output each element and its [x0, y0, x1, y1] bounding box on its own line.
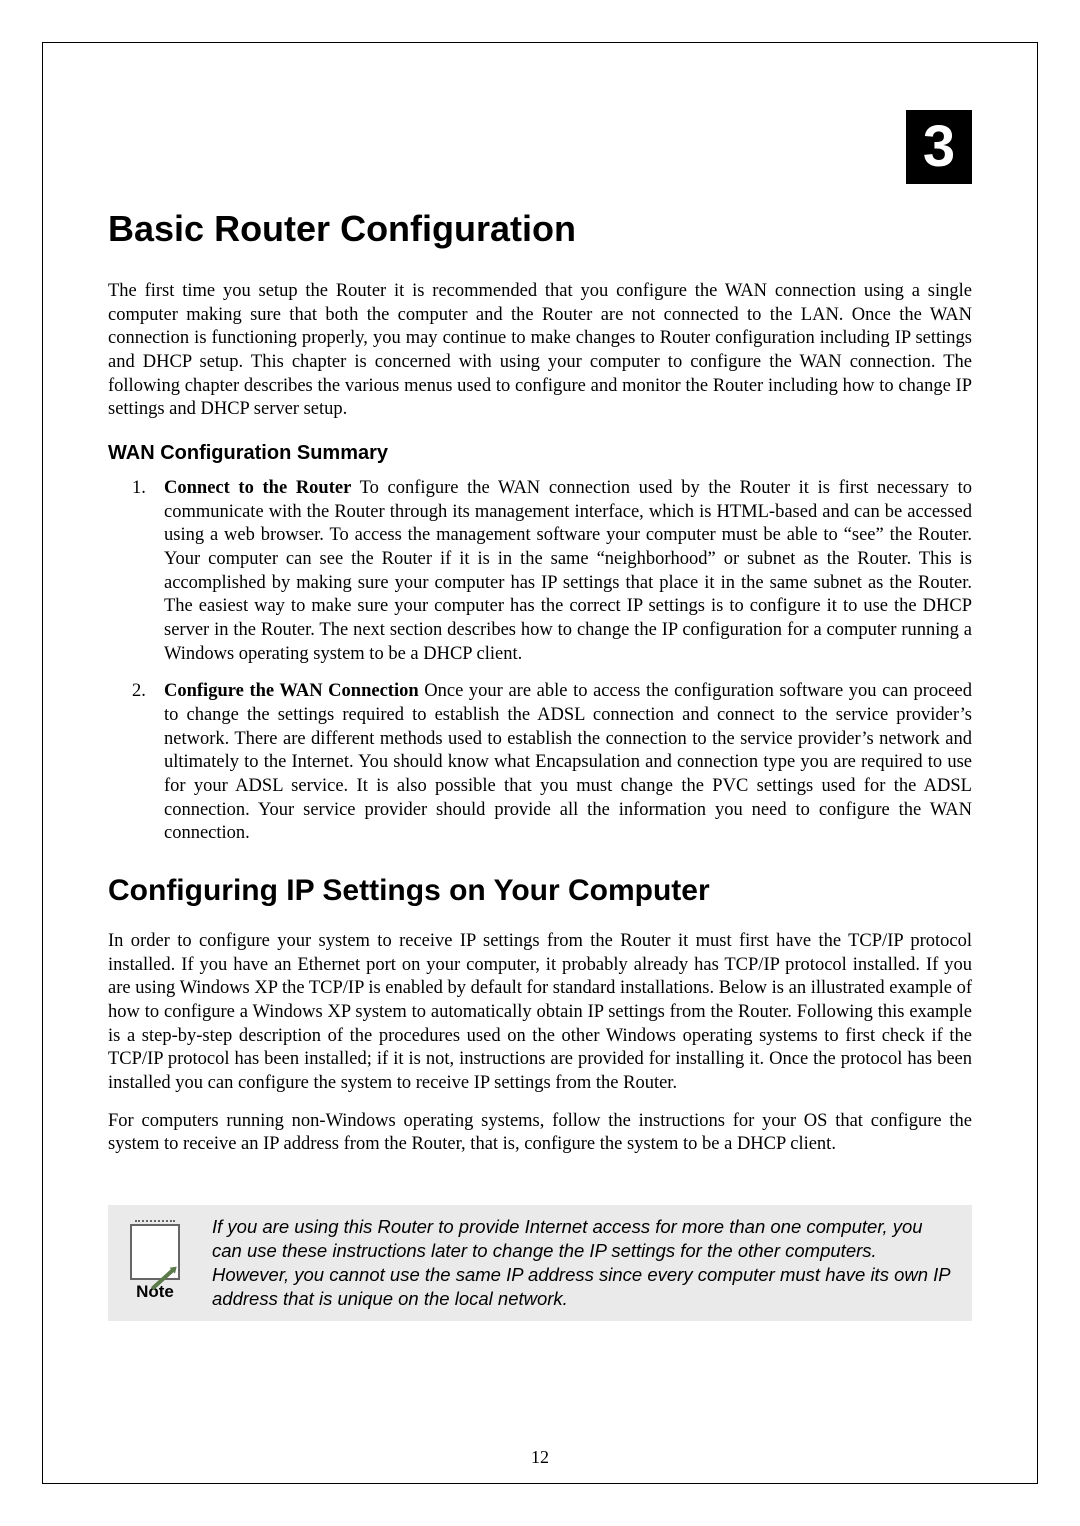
list-text: Once your are able to access the configu…	[164, 681, 972, 843]
list-lead: Connect to the Router	[164, 478, 351, 498]
chapter-intro-paragraph: The first time you setup the Router it i…	[108, 280, 972, 422]
notepad-icon	[130, 1224, 180, 1280]
ip-config-para-2: For computers running non-Windows operat…	[108, 1110, 972, 1157]
list-text: To configure the WAN connection used by …	[164, 478, 972, 664]
wan-item-1: 1. Connect to the Router To configure th…	[164, 477, 972, 666]
note-text: If you are using this Router to provide …	[212, 1215, 954, 1311]
page-number: 12	[0, 1447, 1080, 1468]
chapter-number-badge: 3	[906, 110, 972, 184]
wan-item-2: 2. Configure the WAN Connection Once you…	[164, 680, 972, 846]
ip-config-para-1: In order to configure your system to rec…	[108, 930, 972, 1096]
chapter-title: Basic Router Configuration	[108, 208, 972, 250]
list-lead: Configure the WAN Connection	[164, 681, 419, 701]
list-number: 2.	[132, 680, 146, 704]
note-icon-wrap: Note	[130, 1224, 180, 1302]
note-callout: Note If you are using this Router to pro…	[108, 1205, 972, 1321]
list-number: 1.	[132, 477, 146, 501]
wan-summary-heading: WAN Configuration Summary	[108, 442, 972, 465]
page-content: 3 Basic Router Configuration The first t…	[108, 100, 972, 1426]
ip-config-heading: Configuring IP Settings on Your Computer	[108, 874, 972, 908]
wan-summary-list: 1. Connect to the Router To configure th…	[108, 477, 972, 846]
